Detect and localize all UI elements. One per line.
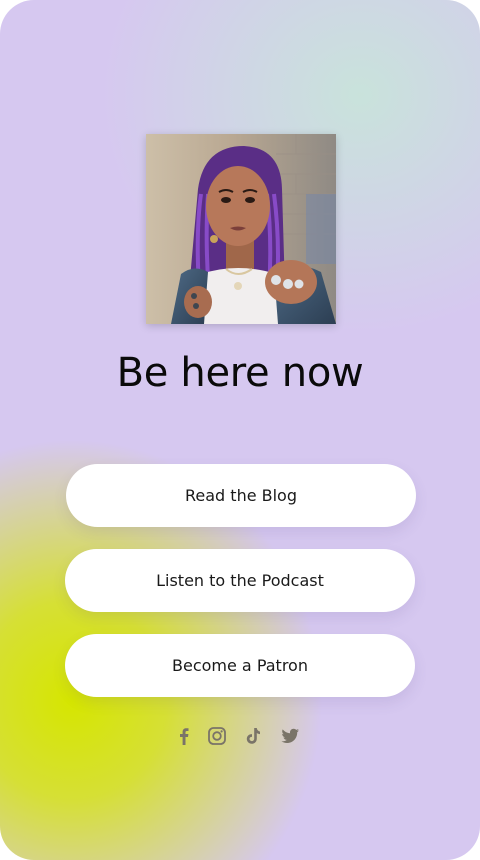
read-blog-button[interactable]: Read the Blog	[66, 464, 416, 527]
link-page-card: Be here now Read the Blog Listen to the …	[0, 0, 480, 860]
page-title: Be here now	[116, 350, 364, 396]
social-links	[0, 725, 480, 747]
twitter-icon[interactable]	[279, 725, 301, 747]
instagram-icon[interactable]	[206, 725, 228, 747]
listen-podcast-button-label: Listen to the Podcast	[156, 571, 324, 590]
facebook-icon[interactable]	[173, 725, 195, 747]
become-patron-button[interactable]: Become a Patron	[65, 634, 415, 697]
read-blog-button-label: Read the Blog	[185, 486, 297, 505]
portrait-photo-image	[146, 134, 336, 324]
become-patron-button-label: Become a Patron	[172, 656, 308, 675]
listen-podcast-button[interactable]: Listen to the Podcast	[65, 549, 415, 612]
tiktok-icon[interactable]	[242, 725, 264, 747]
profile-photo	[146, 134, 336, 324]
